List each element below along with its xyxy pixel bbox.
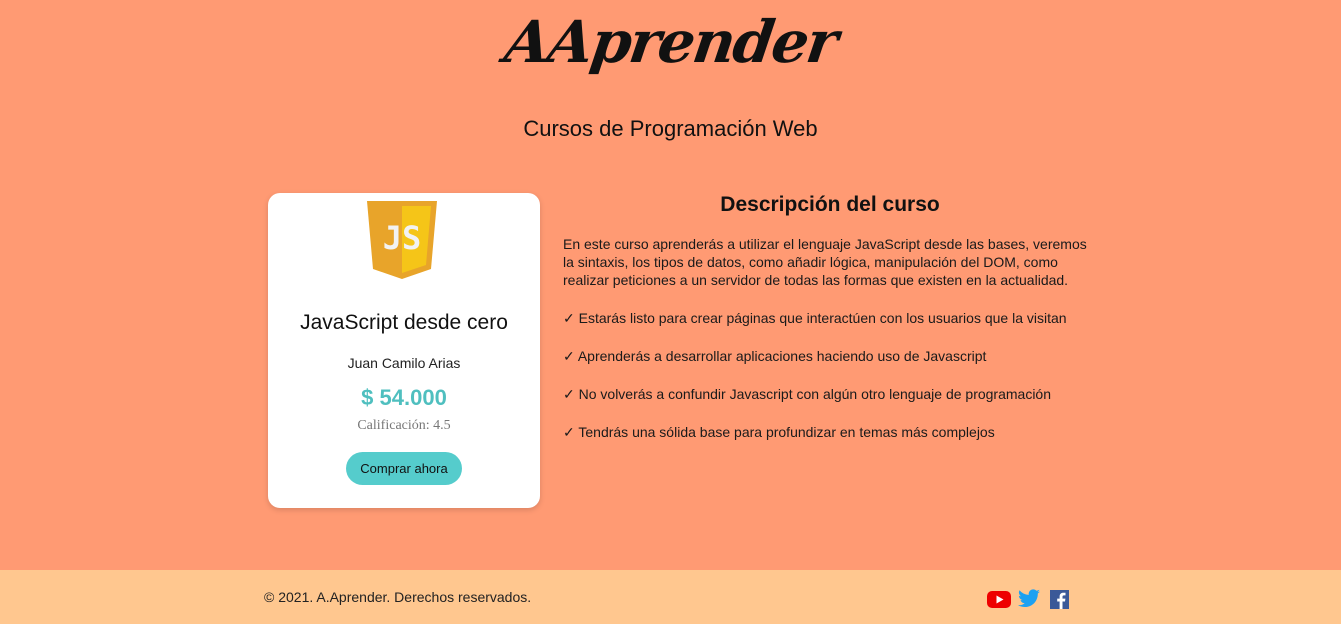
course-rating: Calificación: 4.5: [357, 418, 451, 433]
description-body: En este curso aprenderás a utilizar el l…: [563, 236, 1087, 288]
description-title: Descripción del curso: [720, 193, 940, 216]
course-author: Juan Camilo Arias: [347, 355, 461, 371]
course-card: JS JavaScript desde cero Juan Camilo Ari…: [268, 193, 540, 508]
footer: © 2021. A.Aprender. Derechos reservados.: [0, 570, 1341, 624]
facebook-icon[interactable]: [1047, 588, 1071, 610]
page-subtitle: Cursos de Programación Web: [523, 116, 818, 141]
benefit-item: ✓ Aprenderás a desarrollar aplicaciones …: [563, 348, 987, 364]
svg-text:JS: JS: [383, 219, 422, 257]
brand-logo[interactable]: AAprender: [0, 8, 1341, 76]
course-price: $ 54.000: [361, 385, 447, 410]
youtube-icon[interactable]: [987, 588, 1011, 610]
course-title: JavaScript desde cero: [300, 311, 508, 334]
benefit-item: ✓ No volverás a confundir Javascript con…: [563, 386, 1052, 402]
benefit-item: ✓ Tendrás una sólida base para profundiz…: [563, 424, 995, 440]
js-logo-icon: JS: [367, 201, 437, 279]
copyright-text: © 2021. A.Aprender. Derechos reservados.: [264, 589, 532, 605]
buy-now-button[interactable]: Comprar ahora: [346, 452, 462, 485]
twitter-icon[interactable]: [1017, 588, 1041, 610]
course-description: Descripción del curso En este curso apre…: [563, 193, 1093, 441]
social-links: [987, 588, 1071, 610]
benefit-item: ✓ Estarás listo para crear páginas que i…: [563, 310, 1067, 326]
